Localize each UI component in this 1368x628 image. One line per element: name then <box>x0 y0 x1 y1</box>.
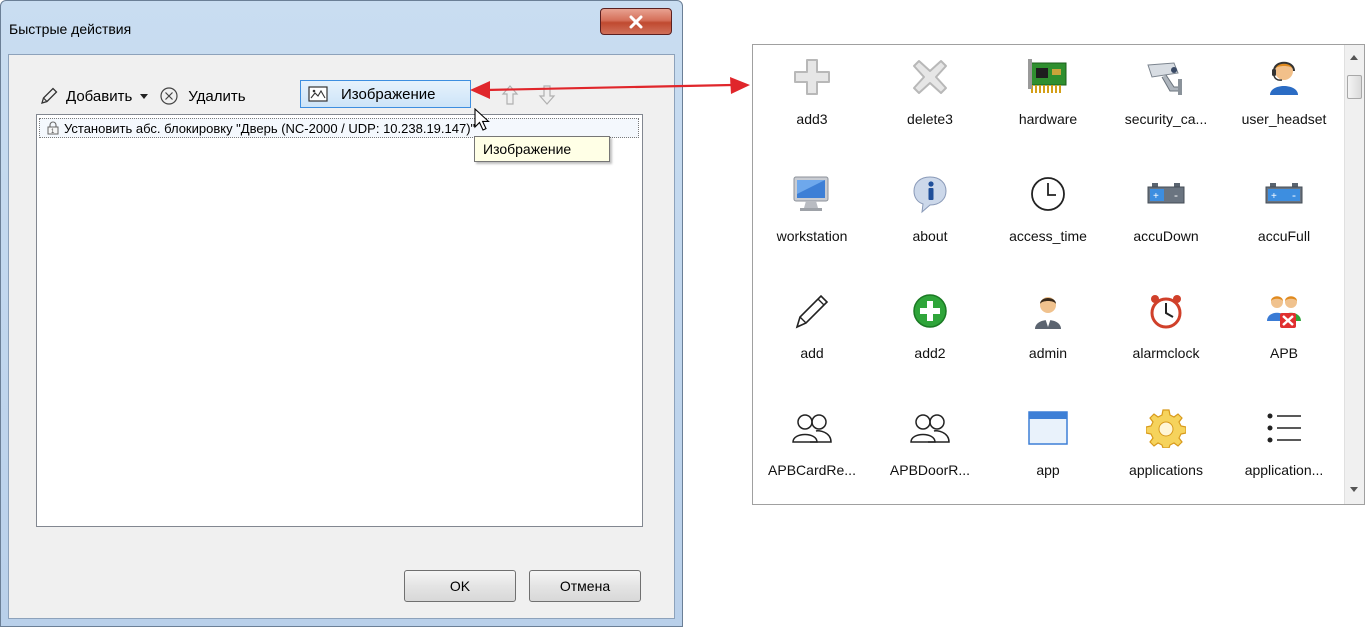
icon-cell-delete3[interactable]: delete3 <box>871 49 989 166</box>
add3-icon <box>790 55 834 99</box>
icon-cell-about[interactable]: about <box>871 166 989 283</box>
icon-label: APBCardRe... <box>768 462 856 478</box>
icon-label: workstation <box>776 228 848 244</box>
icon-label: delete3 <box>907 111 953 127</box>
scroll-up-icon[interactable] <box>1350 55 1358 60</box>
icon-cell-app[interactable]: app <box>989 400 1107 504</box>
svg-text:+: + <box>1153 191 1159 202</box>
icon-cell-apb[interactable]: APB <box>1225 283 1343 400</box>
icon-cell-application-list[interactable]: application... <box>1225 400 1343 504</box>
icon-grid: add3 delete3 hardware security_ca... use… <box>753 49 1343 504</box>
icon-label: application... <box>1244 462 1324 478</box>
double-arrow-icon <box>470 77 750 99</box>
icon-cell-apb-door[interactable]: APBDoorR... <box>871 400 989 504</box>
list-item[interactable]: 1 Установить абс. блокировку "Дверь (NC-… <box>39 118 639 138</box>
icon-label: accuDown <box>1133 228 1199 244</box>
icon-cell-admin[interactable]: admin <box>989 283 1107 400</box>
workstation-icon <box>790 172 834 216</box>
apb-icon <box>1262 289 1306 333</box>
svg-text:+: + <box>1271 191 1277 202</box>
icon-cell-applications[interactable]: applications <box>1107 400 1225 504</box>
svg-text:-: - <box>1292 188 1296 202</box>
delete3-icon <box>908 55 952 99</box>
icon-cell-accu-full[interactable]: + - accuFull <box>1225 166 1343 283</box>
toolbar: Добавить Удалить <box>38 82 246 110</box>
icon-label: add3 <box>796 111 828 127</box>
add-button[interactable]: Добавить <box>38 82 149 110</box>
icon-label: about <box>912 228 948 244</box>
mouse-cursor-icon <box>474 108 490 131</box>
icon-label: applications <box>1129 462 1203 478</box>
icon-cell-access-time[interactable]: access_time <box>989 166 1107 283</box>
icon-label: user_headset <box>1241 111 1327 127</box>
icon-label: APB <box>1269 345 1298 361</box>
icon-label: hardware <box>1018 111 1078 127</box>
icon-label: security_ca... <box>1124 111 1208 127</box>
icon-cell-add[interactable]: add <box>753 283 871 400</box>
pencil-icon <box>38 85 60 107</box>
add2-icon <box>908 289 952 333</box>
icon-cell-add2[interactable]: add2 <box>871 283 989 400</box>
icon-label: alarmclock <box>1132 345 1200 361</box>
icon-label: accuFull <box>1257 228 1311 244</box>
icon-cell-alarm-clock[interactable]: alarmclock <box>1107 283 1225 400</box>
icon-cell-security-camera[interactable]: security_ca... <box>1107 49 1225 166</box>
icon-cell-hardware[interactable]: hardware <box>989 49 1107 166</box>
circle-x-icon <box>158 85 180 107</box>
tooltip: Изображение <box>474 136 610 162</box>
accu-down-icon: + - <box>1144 172 1188 216</box>
icon-label: app <box>1036 462 1060 478</box>
access-time-icon <box>1026 172 1070 216</box>
ok-button[interactable]: OK <box>404 570 516 602</box>
image-button-label: Изображение <box>341 85 436 103</box>
admin-icon <box>1026 289 1070 333</box>
chevron-down-icon[interactable] <box>140 93 149 99</box>
user-headset-icon <box>1262 55 1306 99</box>
close-button[interactable] <box>600 8 672 35</box>
icon-label: add2 <box>914 345 946 361</box>
vertical-scrollbar[interactable] <box>1344 45 1364 504</box>
icon-cell-apb-card[interactable]: APBCardRe... <box>753 400 871 504</box>
icon-cell-accu-down[interactable]: + - accuDown <box>1107 166 1225 283</box>
icon-cell-add3[interactable]: add3 <box>753 49 871 166</box>
window-title: Быстрые действия <box>9 21 132 37</box>
svg-text:-: - <box>1174 188 1178 202</box>
close-icon <box>629 15 643 28</box>
delete-button-label: Удалить <box>188 87 246 105</box>
applications-icon <box>1144 406 1188 450</box>
security-camera-icon <box>1144 55 1188 99</box>
hardware-icon <box>1026 55 1070 99</box>
icon-label: access_time <box>1009 228 1087 244</box>
application-list-icon <box>1262 406 1306 450</box>
picture-icon <box>307 83 329 105</box>
alarm-clock-icon <box>1144 289 1188 333</box>
actions-list[interactable]: 1 Установить абс. блокировку "Дверь (NC-… <box>36 114 643 527</box>
add-button-label: Добавить <box>66 87 133 105</box>
app-icon <box>1026 406 1070 450</box>
about-icon <box>908 172 952 216</box>
icon-label: add <box>800 345 824 361</box>
pencil-icon <box>790 289 834 333</box>
lock-icon: 1 <box>46 121 60 135</box>
scroll-down-icon[interactable] <box>1350 487 1358 492</box>
icon-label: APBDoorR... <box>889 462 971 478</box>
icon-cell-user-headset[interactable]: user_headset <box>1225 49 1343 166</box>
scroll-thumb[interactable] <box>1347 75 1362 99</box>
list-item-label: Установить абс. блокировку "Дверь (NC-20… <box>64 120 476 136</box>
image-button[interactable]: Изображение <box>300 80 471 108</box>
icon-label: admin <box>1028 345 1068 361</box>
delete-button[interactable]: Удалить <box>158 82 246 110</box>
apb-card-icon <box>790 406 834 450</box>
cancel-button[interactable]: Отмена <box>529 570 641 602</box>
icon-cell-workstation[interactable]: workstation <box>753 166 871 283</box>
icon-picker-panel: add3 delete3 hardware security_ca... use… <box>752 44 1365 505</box>
accu-full-icon: + - <box>1262 172 1306 216</box>
apb-door-icon <box>908 406 952 450</box>
